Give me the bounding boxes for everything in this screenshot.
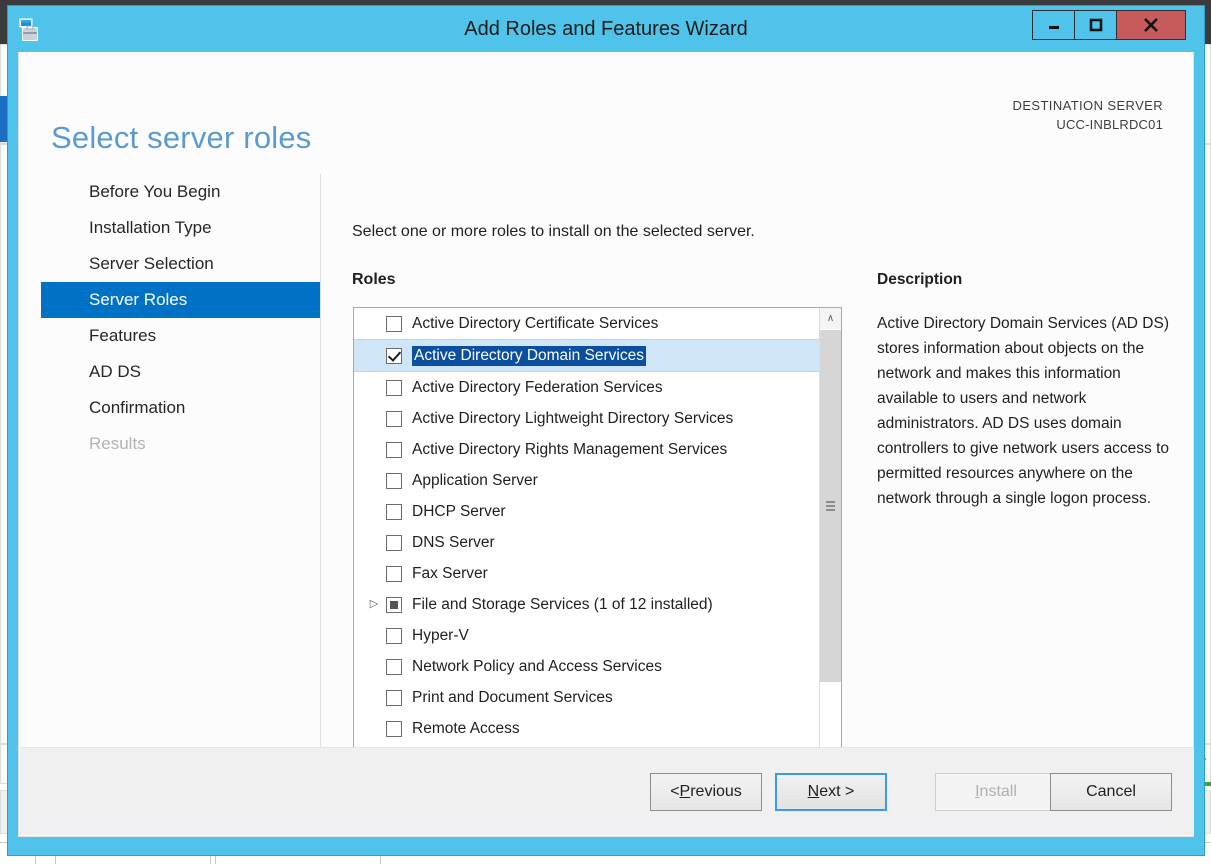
wizard-footer: < Previous Next > Install Cancel xyxy=(20,747,1194,835)
role-label: Fax Server xyxy=(412,565,488,583)
nav-item-features[interactable]: Features xyxy=(41,318,320,354)
roles-section-label: Roles xyxy=(352,271,396,289)
role-row[interactable]: ▷ File and Storage Services (1 of 12 inst… xyxy=(354,589,820,620)
role-checkbox[interactable] xyxy=(386,442,402,458)
description-title: Description xyxy=(877,271,1177,289)
role-checkbox[interactable] xyxy=(386,504,402,520)
role-row[interactable]: Active Directory Federation Services xyxy=(354,372,820,403)
maximize-button[interactable] xyxy=(1074,10,1116,40)
nav-item-server-roles[interactable]: Server Roles xyxy=(41,282,320,318)
role-label: Active Directory Lightweight Directory S… xyxy=(412,410,733,428)
role-row[interactable]: Active Directory Domain Services xyxy=(354,339,820,372)
cancel-button[interactable]: Cancel xyxy=(1050,773,1172,811)
add-roles-wizard-window: Add Roles and Features Wizard Select ser… xyxy=(8,6,1204,855)
role-checkbox[interactable] xyxy=(386,380,402,396)
role-checkbox[interactable] xyxy=(386,566,402,582)
role-label: Active Directory Rights Management Servi… xyxy=(412,441,727,459)
role-row[interactable]: DHCP Server xyxy=(354,496,820,527)
nav-item-confirmation[interactable]: Confirmation xyxy=(41,390,320,426)
install-button: Install xyxy=(935,773,1057,811)
roles-list-scrollbar[interactable]: ∧ ∨ xyxy=(819,308,841,800)
server-wizard-icon xyxy=(18,18,44,44)
maximize-icon xyxy=(1088,18,1104,32)
role-row[interactable]: Application Server xyxy=(354,465,820,496)
role-label: Remote Access xyxy=(412,720,520,738)
window-title: Add Roles and Features Wizard xyxy=(8,6,1204,52)
description-panel: Description Active Directory Domain Serv… xyxy=(877,271,1177,511)
close-button[interactable] xyxy=(1116,10,1186,40)
role-label: Active Directory Federation Services xyxy=(412,379,663,397)
role-label: Hyper-V xyxy=(412,627,469,645)
role-label: Active Directory Certificate Services xyxy=(412,315,658,333)
role-row[interactable]: Fax Server xyxy=(354,558,820,589)
nav-item-server-selection[interactable]: Server Selection xyxy=(41,246,320,282)
wizard-step-nav: Before You Begin Installation Type Serve… xyxy=(41,174,321,784)
role-label: Network Policy and Access Services xyxy=(412,658,662,676)
minimize-button[interactable] xyxy=(1032,10,1074,40)
role-label: Print and Document Services xyxy=(412,689,613,707)
nav-item-installation-type[interactable]: Installation Type xyxy=(41,210,320,246)
nav-item-results: Results xyxy=(41,426,320,462)
role-checkbox[interactable] xyxy=(386,597,402,613)
nav-item-ad-ds[interactable]: AD DS xyxy=(41,354,320,390)
role-checkbox[interactable] xyxy=(386,628,402,644)
role-row[interactable]: Active Directory Certificate Services xyxy=(354,308,820,339)
role-label: Application Server xyxy=(412,472,538,490)
role-row[interactable]: Network Policy and Access Services xyxy=(354,651,820,682)
role-checkbox[interactable] xyxy=(386,535,402,551)
role-label: DHCP Server xyxy=(412,503,506,521)
role-checkbox[interactable] xyxy=(386,473,402,489)
nav-item-before-you-begin[interactable]: Before You Begin xyxy=(41,174,320,210)
role-checkbox[interactable] xyxy=(386,348,402,364)
role-label: File and Storage Services (1 of 12 insta… xyxy=(412,596,713,614)
instruction-text: Select one or more roles to install on t… xyxy=(352,223,755,241)
expand-triangle-icon[interactable]: ▷ xyxy=(362,599,386,610)
destination-server-label: DESTINATION SERVER xyxy=(1013,96,1163,115)
role-row[interactable]: Remote Access xyxy=(354,713,820,744)
role-checkbox[interactable] xyxy=(386,690,402,706)
scrollbar-thumb[interactable] xyxy=(820,330,841,682)
role-row[interactable]: Active Directory Lightweight Directory S… xyxy=(354,403,820,434)
role-checkbox[interactable] xyxy=(386,411,402,427)
wizard-dialog-body: Select server roles DESTINATION SERVER U… xyxy=(18,52,1194,837)
background-accent-bar xyxy=(0,96,8,142)
role-label: Active Directory Domain Services xyxy=(412,346,646,366)
previous-button[interactable]: < Previous xyxy=(650,773,762,811)
scroll-up-arrow-icon[interactable]: ∧ xyxy=(820,308,841,329)
roles-listbox[interactable]: Active Directory Certificate Services Act… xyxy=(353,307,842,801)
role-row[interactable]: Print and Document Services xyxy=(354,682,820,713)
role-checkbox[interactable] xyxy=(386,721,402,737)
destination-server-value: UCC-INBLRDC01 xyxy=(1013,115,1163,134)
role-row[interactable]: Active Directory Rights Management Servi… xyxy=(354,434,820,465)
next-button[interactable]: Next > xyxy=(775,773,887,811)
page-title: Select server roles xyxy=(51,120,312,156)
scrollbar-grip-icon xyxy=(826,501,835,511)
role-label: DNS Server xyxy=(412,534,495,552)
minimize-icon xyxy=(1046,18,1062,32)
role-row[interactable]: DNS Server xyxy=(354,527,820,558)
roles-list: Active Directory Certificate Services Act… xyxy=(354,308,820,800)
description-body: Active Directory Domain Services (AD DS)… xyxy=(877,311,1177,511)
role-checkbox[interactable] xyxy=(386,316,402,332)
window-titlebar[interactable]: Add Roles and Features Wizard xyxy=(8,6,1204,52)
close-icon xyxy=(1141,16,1161,34)
destination-server-info: DESTINATION SERVER UCC-INBLRDC01 xyxy=(1013,96,1163,134)
role-checkbox[interactable] xyxy=(386,659,402,675)
role-row[interactable]: Hyper-V xyxy=(354,620,820,651)
